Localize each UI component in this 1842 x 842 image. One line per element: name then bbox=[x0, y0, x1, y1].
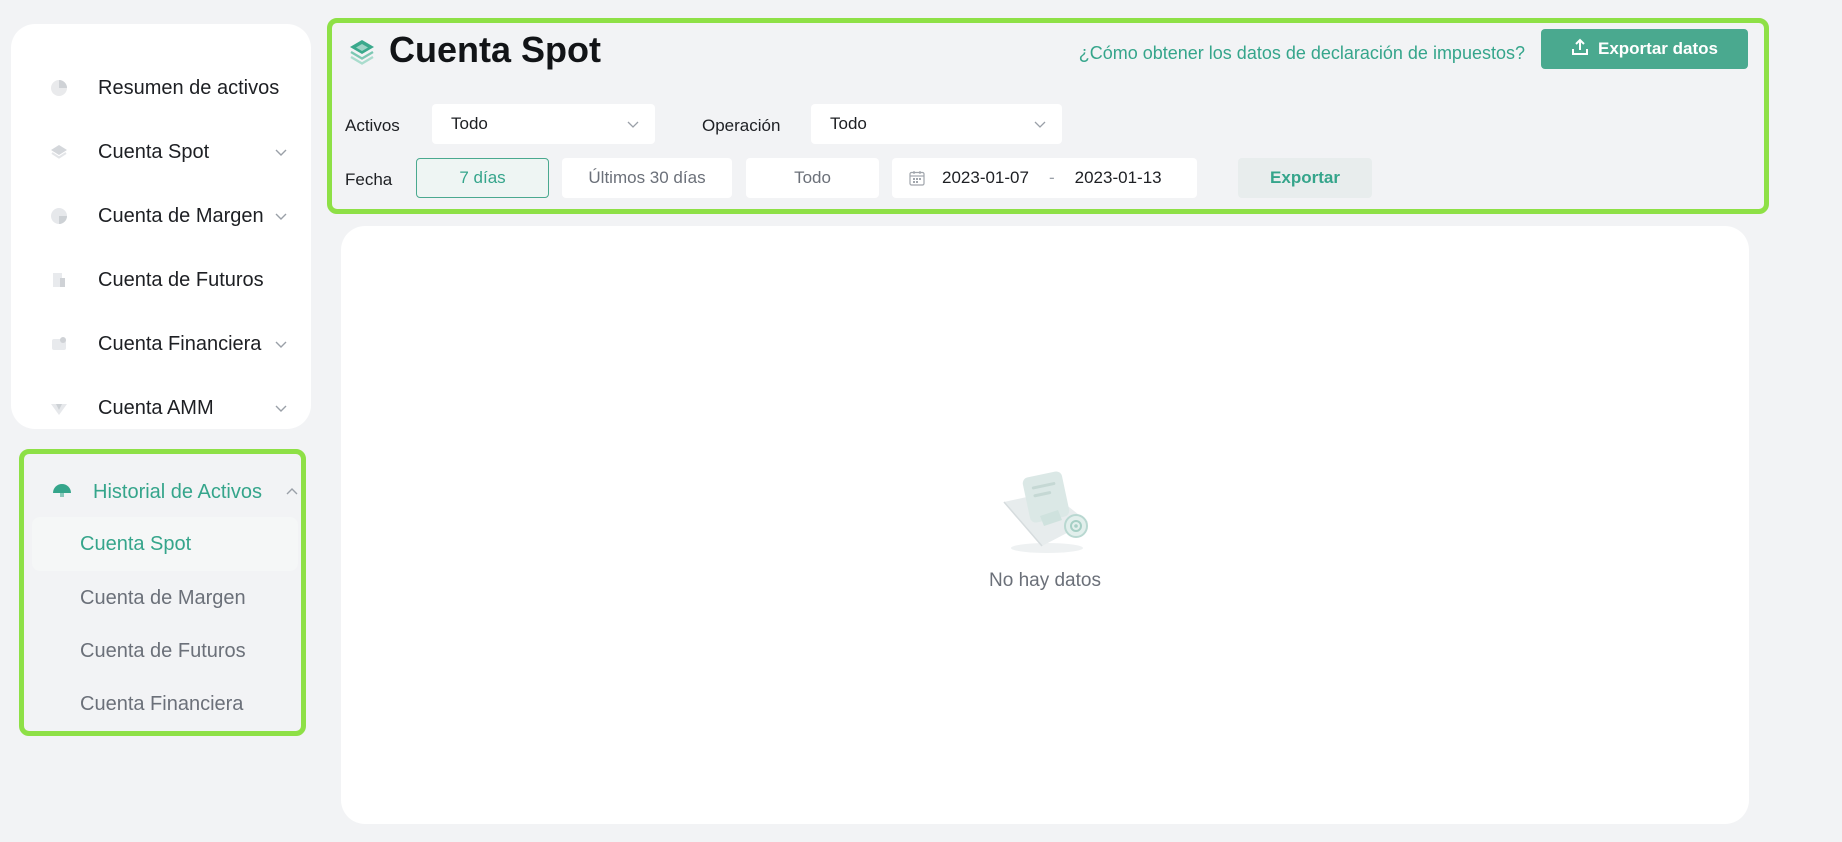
assets-select-value: Todo bbox=[451, 114, 488, 133]
history-icon bbox=[51, 481, 73, 503]
records-panel: No hay datos bbox=[341, 226, 1749, 824]
history-item-futures[interactable]: Cuenta de Futuros bbox=[32, 624, 298, 678]
assets-select[interactable]: Todo bbox=[432, 104, 655, 144]
date-option-all[interactable]: Todo bbox=[746, 158, 879, 198]
sidebar-item-margin-account[interactable]: Cuenta de Margen bbox=[49, 196, 289, 236]
sidebar-asset-history: Historial de Activos Cuenta Spot Cuenta … bbox=[19, 449, 306, 736]
date-label: Fecha bbox=[345, 170, 393, 189]
sidebar-item-label: Cuenta Spot bbox=[98, 140, 210, 163]
date-range-picker[interactable]: 2023-01-07 - 2023-01-13 bbox=[892, 158, 1197, 198]
operation-select-value: Todo bbox=[830, 114, 867, 133]
date-from-input[interactable]: 2023-01-07 bbox=[942, 168, 1029, 188]
document-icon bbox=[49, 270, 69, 290]
history-item-margin[interactable]: Cuenta de Margen bbox=[32, 571, 298, 625]
sidebar-item-label: Cuenta Financiera bbox=[98, 332, 262, 355]
asset-history-label: Historial de Activos bbox=[93, 480, 262, 503]
date-to-input[interactable]: 2023-01-13 bbox=[1075, 168, 1162, 188]
export-data-button[interactable]: Exportar datos bbox=[1541, 29, 1748, 69]
chevron-down-icon bbox=[1032, 116, 1048, 132]
sidebar-item-label: Cuenta de Margen bbox=[98, 204, 264, 227]
sidebar-item-amm-account[interactable]: Cuenta AMM bbox=[49, 388, 289, 428]
chevron-down-icon[interactable] bbox=[269, 204, 293, 228]
sidebar-item-asset-summary[interactable]: Resumen de activos bbox=[49, 68, 289, 108]
calendar-icon bbox=[908, 169, 926, 187]
tax-declaration-link[interactable]: ¿Cómo obtener los datos de declaración d… bbox=[1079, 43, 1525, 64]
sidebar-item-spot-account[interactable]: Cuenta Spot bbox=[49, 132, 289, 172]
sidebar-item-label: Resumen de activos bbox=[98, 76, 280, 99]
empty-state-icon bbox=[992, 464, 1102, 556]
sidebar-item-financial-account[interactable]: Cuenta Financiera bbox=[49, 324, 289, 364]
layers-icon bbox=[347, 37, 377, 67]
layers-icon bbox=[49, 142, 69, 162]
chevron-down-icon[interactable] bbox=[269, 396, 293, 420]
operation-label: Operación bbox=[702, 116, 781, 135]
wallet-icon bbox=[49, 334, 69, 354]
chevron-up-icon[interactable] bbox=[280, 480, 304, 504]
assets-label: Activos bbox=[345, 116, 400, 135]
history-item-spot[interactable]: Cuenta Spot bbox=[32, 517, 298, 571]
chevron-down-icon[interactable] bbox=[269, 140, 293, 164]
sidebar-accounts: Resumen de activos Cuenta Spot Cuenta de… bbox=[11, 24, 311, 429]
empty-state-text: No hay datos bbox=[989, 570, 1101, 591]
sidebar-item-futures-account[interactable]: Cuenta de Futuros bbox=[49, 260, 289, 300]
operation-select[interactable]: Todo bbox=[811, 104, 1062, 144]
history-item-financial[interactable]: Cuenta Financiera bbox=[32, 677, 298, 731]
date-option-last-30-days[interactable]: Últimos 30 días bbox=[562, 158, 732, 198]
pie-chart-icon bbox=[49, 78, 69, 98]
diamond-icon bbox=[49, 398, 69, 418]
date-option-7-days[interactable]: 7 días bbox=[416, 158, 549, 198]
page-title: Cuenta Spot bbox=[389, 29, 601, 70]
filter-panel: Cuenta Spot ¿Cómo obtener los datos de d… bbox=[327, 18, 1769, 214]
chevron-down-icon[interactable] bbox=[269, 332, 293, 356]
circle-half-icon bbox=[49, 206, 69, 226]
chevron-down-icon bbox=[625, 116, 641, 132]
asset-history-toggle[interactable]: Historial de Activos bbox=[51, 472, 298, 512]
date-separator: - bbox=[1048, 168, 1055, 187]
export-data-label: Exportar datos bbox=[1598, 39, 1718, 58]
sidebar-item-label: Cuenta de Futuros bbox=[98, 268, 264, 291]
upload-icon bbox=[1571, 38, 1589, 61]
sidebar-item-label: Cuenta AMM bbox=[98, 396, 214, 419]
export-button[interactable]: Exportar bbox=[1238, 158, 1372, 198]
